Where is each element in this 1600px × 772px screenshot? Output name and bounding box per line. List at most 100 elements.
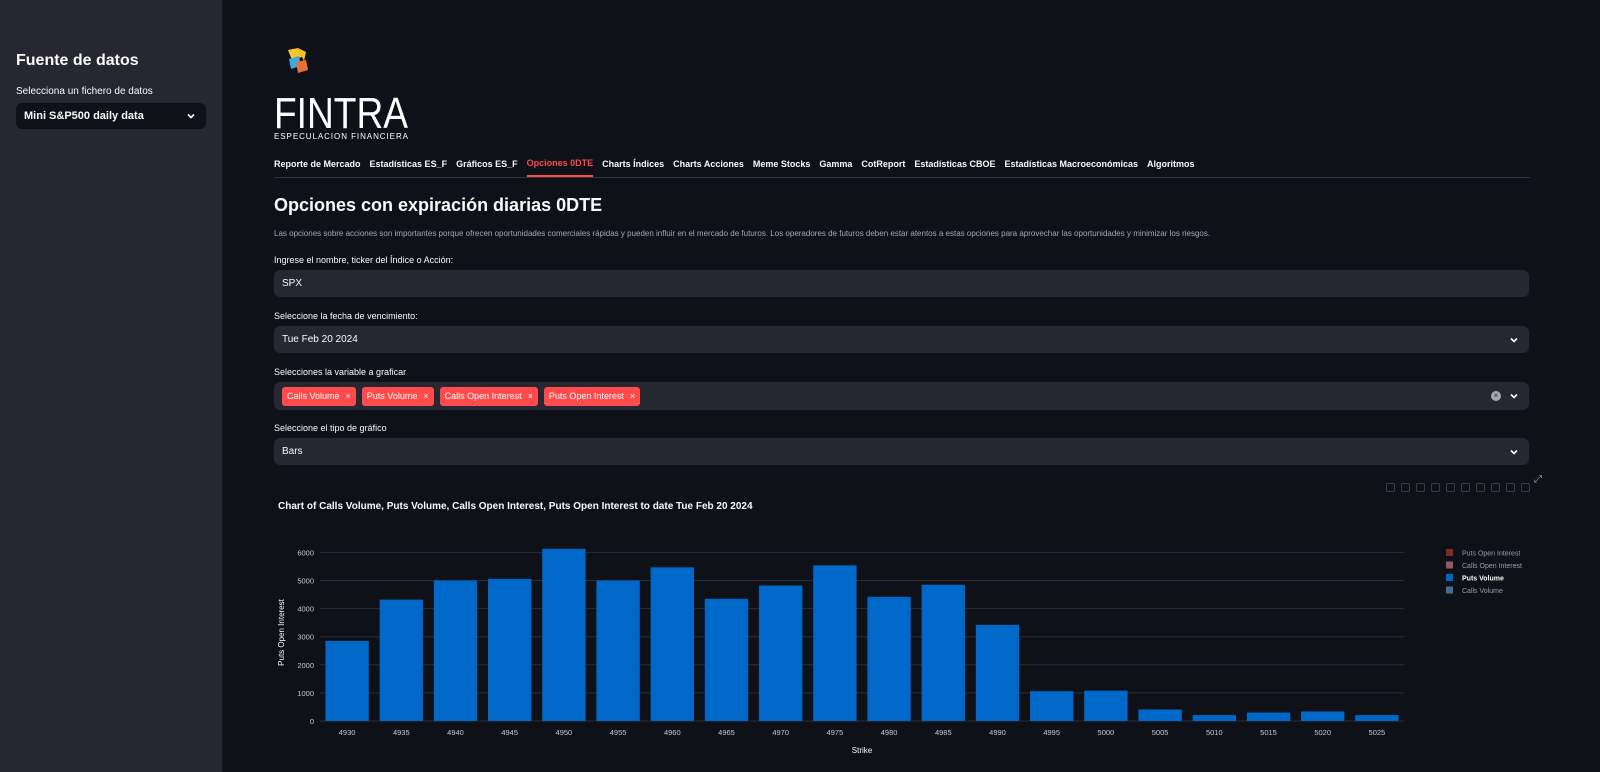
x-tick-label: 4960 [664, 728, 681, 737]
zoom-in-icon[interactable] [1461, 483, 1470, 492]
chart-bar [379, 599, 423, 721]
clear-icon[interactable]: × [1491, 391, 1501, 401]
x-tick-label: 4970 [772, 728, 789, 737]
x-tick-label: 5010 [1206, 728, 1223, 737]
chart-bar [433, 580, 478, 721]
remove-tag-icon[interactable]: × [346, 391, 351, 401]
main-content: FINTRA ESPECULACION FINANCIERA Reporte d… [274, 0, 1542, 772]
variable-tag: Puts Volume × [361, 386, 434, 406]
x-tick-label: 4995 [1043, 728, 1060, 737]
chart-bar [1355, 715, 1399, 721]
sidebar-title: Fuente de datos [16, 52, 139, 69]
tab-7[interactable]: Gamma [819, 150, 852, 177]
chart-bar [596, 580, 640, 721]
autoscale-icon[interactable] [1491, 483, 1500, 492]
y-tick-label: 0 [310, 717, 314, 726]
data-file-label: Selecciona un fichero de datos [16, 86, 153, 97]
y-tick-label: 1000 [297, 689, 314, 698]
page-description: Las opciones sobre acciones son importan… [274, 229, 1211, 238]
chart-bar [1138, 709, 1182, 721]
chart-bar [488, 578, 532, 721]
tab-9[interactable]: Estadísticas CBOE [914, 150, 995, 177]
variable-tags: Calls Volume × Puts Volume × Calls Open Inte… [282, 386, 641, 406]
y-tick-label: 2000 [297, 661, 314, 670]
chart-type-select[interactable]: Bars [274, 438, 1529, 465]
chart-bar [1084, 690, 1128, 721]
x-tick-label: 4940 [447, 728, 464, 737]
x-tick-label: 4980 [881, 728, 898, 737]
reset-axes-icon[interactable] [1506, 483, 1515, 492]
chart-bar [1301, 711, 1345, 721]
chart-title: Chart of Calls Volume, Puts Volume, Call… [278, 501, 753, 512]
legend-item: Calls Open Interest [1462, 563, 1522, 570]
chevron-down-icon[interactable] [1508, 390, 1520, 402]
ticker-input[interactable]: SPX [274, 270, 1529, 297]
chevron-down-icon [187, 113, 195, 119]
tab-11[interactable]: Algoritmos [1147, 150, 1195, 177]
x-tick-label: 5000 [1098, 728, 1115, 737]
x-tick-label: 4975 [827, 728, 844, 737]
legend-item: Calls Volume [1462, 588, 1503, 595]
logo-text: FINTRA [274, 89, 409, 138]
legend-item: Puts Volume [1462, 576, 1504, 583]
tab-5[interactable]: Charts Acciones [673, 150, 744, 177]
variable-tag: Puts Open Interest × [543, 386, 641, 406]
chart-bar [704, 598, 749, 721]
variable-multiselect[interactable]: Calls Volume × Puts Volume × Calls Open Inte… [274, 382, 1529, 410]
remove-tag-icon[interactable]: × [630, 391, 635, 401]
chart-type-label: Seleccione el tipo de gráfico [274, 423, 387, 433]
tab-8[interactable]: CotReport [861, 150, 905, 177]
tab-4[interactable]: Charts Índices [602, 150, 664, 177]
remove-tag-icon[interactable]: × [423, 391, 428, 401]
remove-tag-icon[interactable]: × [528, 391, 533, 401]
fintra-logo: FINTRA ESPECULACION FINANCIERA [274, 48, 409, 141]
chart-bar [759, 585, 803, 721]
chart-bar [813, 565, 857, 721]
x-axis-label: Strike [852, 746, 873, 755]
pan-icon[interactable] [1416, 483, 1425, 492]
expiration-date-label: Seleccione la fecha de vencimiento: [274, 311, 418, 321]
chart-bar [1030, 691, 1074, 721]
x-tick-label: 5025 [1369, 728, 1386, 737]
variable-tag: Calls Volume × [282, 386, 356, 406]
chart-bar [921, 584, 965, 721]
chart-toolbar [1386, 483, 1530, 492]
chevron-down-icon [1510, 449, 1518, 455]
data-file-select[interactable]: Mini S&P500 daily data [16, 103, 206, 129]
expiration-date-select[interactable]: Tue Feb 20 2024 [274, 326, 1529, 353]
camera-icon[interactable] [1386, 483, 1395, 492]
legend-swatch [1446, 574, 1453, 581]
variable-tag-label: Calls Volume [287, 391, 340, 401]
tab-6[interactable]: Meme Stocks [753, 150, 811, 177]
variable-tag: Calls Open Interest × [439, 386, 538, 406]
tab-2[interactable]: Gráficos ES_F [456, 150, 518, 177]
x-tick-label: 5020 [1314, 728, 1331, 737]
plotly-logo-icon[interactable] [1521, 483, 1530, 492]
chart-bar [325, 640, 369, 721]
chart-bar [542, 548, 586, 721]
tab-1[interactable]: Estadísticas ES_F [370, 150, 448, 177]
x-tick-label: 5005 [1152, 728, 1169, 737]
fullscreen-icon[interactable]: ⤢ [1534, 474, 1546, 486]
chart-bar [867, 596, 911, 721]
x-tick-label: 4965 [718, 728, 735, 737]
ticker-label: Ingrese el nombre, ticker del Índice o A… [274, 255, 454, 265]
main-tabs: Reporte de Mercado Estadísticas ES_F Gráfi… [274, 150, 1530, 178]
data-file-value: Mini S&P500 daily data [24, 110, 144, 122]
chart-bar [975, 624, 1020, 721]
tab-3[interactable]: Opciones 0DTE [526, 150, 594, 177]
x-tick-label: 5015 [1260, 728, 1277, 737]
chart-bar [1192, 715, 1236, 721]
zoom-out-icon[interactable] [1476, 483, 1485, 492]
tab-0[interactable]: Reporte de Mercado [274, 150, 361, 177]
chart-bar [650, 567, 694, 721]
y-tick-label: 3000 [297, 633, 314, 642]
x-tick-label: 4935 [393, 728, 410, 737]
lasso-icon[interactable] [1446, 483, 1455, 492]
legend-item: Puts Open Interest [1462, 551, 1520, 558]
zoom-icon[interactable] [1401, 483, 1410, 492]
chart-container: ⤢ Chart of Calls Volume, Puts Volume, Ca… [274, 474, 1542, 772]
box-select-icon[interactable] [1431, 483, 1440, 492]
variable-tag-label: Puts Open Interest [548, 391, 624, 401]
tab-10[interactable]: Estadísticas Macroeconómicas [1004, 150, 1138, 177]
